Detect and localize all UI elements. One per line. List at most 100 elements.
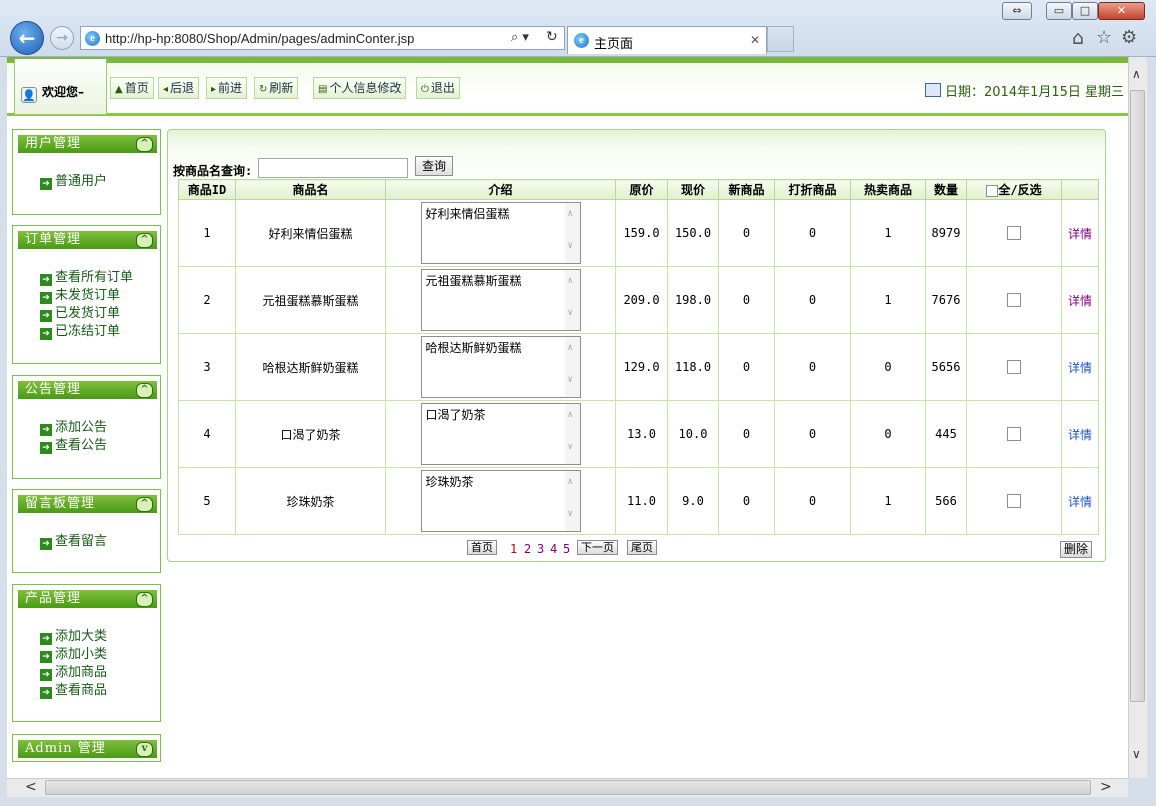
collapse-icon[interactable]: ^ <box>136 233 153 248</box>
sidebar-item[interactable]: ➔ 已发货订单 <box>40 302 120 322</box>
scroll-right-icon[interactable]: > <box>1100 779 1112 795</box>
address-bar[interactable]: e http://hp-hp:8080/Shop/Admin/pages/adm… <box>80 26 565 50</box>
textarea-scrollbar[interactable]: ∧ ∨ <box>564 337 580 397</box>
sidebar-panel-title[interactable]: 公告管理 ^ <box>18 381 157 399</box>
textarea-scrollbar[interactable]: ∧ ∨ <box>564 203 580 263</box>
refresh-icon[interactable]: ↻ <box>546 29 558 45</box>
forward-link[interactable]: ▸ 前进 <box>206 77 248 99</box>
intro-textarea[interactable]: 好利来情侣蛋糕 ∧ ∨ <box>420 202 581 264</box>
row-checkbox[interactable] <box>1007 427 1021 442</box>
restore-button[interactable]: ⇔ <box>1002 2 1032 20</box>
sidebar-panel-title[interactable]: 用户管理 ^ <box>18 135 157 153</box>
sidebar-panel-title[interactable]: 留言板管理 ^ <box>18 495 157 513</box>
sidebar-item[interactable]: ➔ 未发货订单 <box>40 284 120 304</box>
pager-next-button[interactable]: 下一页 <box>577 540 618 555</box>
home-icon[interactable]: ⌂ <box>1072 27 1084 49</box>
sidebar-item-label: 未发货订单 <box>55 288 121 303</box>
gear-icon[interactable]: ⚙ <box>1121 27 1137 48</box>
logout-link[interactable]: ⏻ 退出 <box>416 77 460 99</box>
pager-page-2[interactable]: 2 <box>524 542 531 556</box>
close-window-button[interactable]: ✕ <box>1098 2 1145 20</box>
collapse-icon[interactable]: ^ <box>136 592 153 607</box>
row-checkbox[interactable] <box>1007 494 1021 509</box>
search-input[interactable] <box>258 158 408 178</box>
row-checkbox[interactable] <box>1007 360 1021 375</box>
scroll-left-icon[interactable]: < <box>25 779 37 795</box>
detail-link[interactable]: 详情 <box>1068 361 1092 375</box>
profile-edit-link[interactable]: ▤ 个人信息修改 <box>313 77 407 99</box>
expand-icon[interactable]: v <box>136 742 153 757</box>
detail-link[interactable]: 详情 <box>1068 495 1092 509</box>
pager-page-1[interactable]: 1 <box>510 542 517 556</box>
scroll-up-icon[interactable]: ∧ <box>568 343 573 353</box>
search-dropdown-icon[interactable]: ⌕ ▾ <box>511 30 529 45</box>
logout-label: 退出 <box>430 81 455 95</box>
tab-main-page[interactable]: e 主页面 ✕ <box>567 26 767 54</box>
sidebar-item[interactable]: ➔ 普通用户 <box>40 170 107 190</box>
pager-page-3[interactable]: 3 <box>537 542 544 556</box>
intro-textarea[interactable]: 哈根达斯鲜奶蛋糕 ∧ ∨ <box>420 336 581 398</box>
scroll-down-icon[interactable]: ∨ <box>568 442 573 452</box>
tab-close-icon[interactable]: ✕ <box>750 33 760 47</box>
star-icon[interactable]: ☆ <box>1096 27 1112 48</box>
sidebar-item[interactable]: ➔ 添加公告 <box>40 416 107 436</box>
sidebar-item[interactable]: ➔ 查看留言 <box>40 530 107 550</box>
sidebar-item[interactable]: ➔ 添加小类 <box>40 643 107 663</box>
scroll-up-icon[interactable]: ∧ <box>568 410 573 420</box>
scroll-up-icon[interactable]: ∧ <box>568 276 573 286</box>
sidebar-panel-title[interactable]: 产品管理 ^ <box>18 590 157 608</box>
maximize-button[interactable]: □ <box>1072 2 1098 20</box>
textarea-scrollbar[interactable]: ∧ ∨ <box>564 404 580 464</box>
back-link[interactable]: ◂ 后退 <box>158 77 200 99</box>
forward-button[interactable]: → <box>50 26 74 50</box>
detail-link[interactable]: 详情 <box>1068 428 1092 442</box>
delete-button[interactable]: 删除 <box>1060 541 1093 558</box>
minimize-button[interactable]: ▭ <box>1046 2 1072 20</box>
scroll-down-icon[interactable]: ∨ <box>568 375 573 385</box>
intro-textarea[interactable]: 珍珠奶茶 ∧ ∨ <box>420 470 581 532</box>
horizontal-scroll-thumb[interactable] <box>45 780 1091 795</box>
sidebar-item[interactable]: ➔ 查看商品 <box>40 679 107 699</box>
scroll-up-icon[interactable]: ∧ <box>1132 67 1141 81</box>
pager-page-5[interactable]: 5 <box>563 542 570 556</box>
collapse-icon[interactable]: ^ <box>136 137 153 152</box>
scroll-down-icon[interactable]: ∨ <box>568 241 573 251</box>
header-select-all[interactable]: 全/反选 <box>966 179 1062 200</box>
header-intro: 介绍 <box>385 179 616 200</box>
header-id: 商品ID <box>178 179 236 200</box>
collapse-icon[interactable]: ^ <box>136 497 153 512</box>
scroll-up-icon[interactable]: ∧ <box>568 209 573 219</box>
pager-first-button[interactable]: 首页 <box>467 540 497 555</box>
refresh-link[interactable]: ↻ 刷新 <box>254 77 299 99</box>
intro-textarea[interactable]: 口渴了奶茶 ∧ ∨ <box>420 403 581 465</box>
textarea-scrollbar[interactable]: ∧ ∨ <box>564 471 580 531</box>
sidebar-panel-title[interactable]: Admin 管理 v <box>18 740 157 758</box>
collapse-icon[interactable]: ^ <box>136 383 153 398</box>
sidebar-item[interactable]: ➔ 查看公告 <box>40 434 107 454</box>
scroll-up-icon[interactable]: ∧ <box>568 477 573 487</box>
row-checkbox[interactable] <box>1007 293 1021 308</box>
back-button[interactable]: ← <box>10 21 44 55</box>
sidebar-item[interactable]: ➔ 添加商品 <box>40 661 107 681</box>
scroll-down-icon[interactable]: ∨ <box>1132 747 1141 761</box>
ie-page-icon: e <box>85 31 100 46</box>
pager-last-button[interactable]: 尾页 <box>627 540 657 555</box>
vertical-scroll-thumb[interactable] <box>1130 90 1145 702</box>
scroll-down-icon[interactable]: ∨ <box>568 509 573 519</box>
cell-id: 3 <box>178 333 236 401</box>
textarea-scrollbar[interactable]: ∧ ∨ <box>564 270 580 330</box>
sidebar-item[interactable]: ➔ 查看所有订单 <box>40 266 133 286</box>
sidebar-item[interactable]: ➔ 添加大类 <box>40 625 107 645</box>
sidebar-panel-title[interactable]: 订单管理 ^ <box>18 231 157 249</box>
scroll-down-icon[interactable]: ∨ <box>568 308 573 318</box>
sidebar-item[interactable]: ➔ 已冻结订单 <box>40 320 120 340</box>
pager-page-4[interactable]: 4 <box>550 542 557 556</box>
select-all-checkbox[interactable] <box>986 184 999 197</box>
detail-link[interactable]: 详情 <box>1068 294 1092 308</box>
new-tab-button[interactable] <box>767 26 794 52</box>
search-button[interactable]: 查询 <box>415 156 453 176</box>
home-link[interactable]: ▲ 首页 <box>110 77 154 99</box>
intro-textarea[interactable]: 元祖蛋糕慕斯蛋糕 ∧ ∨ <box>420 269 581 331</box>
detail-link[interactable]: 详情 <box>1068 227 1092 241</box>
row-checkbox[interactable] <box>1007 226 1021 241</box>
